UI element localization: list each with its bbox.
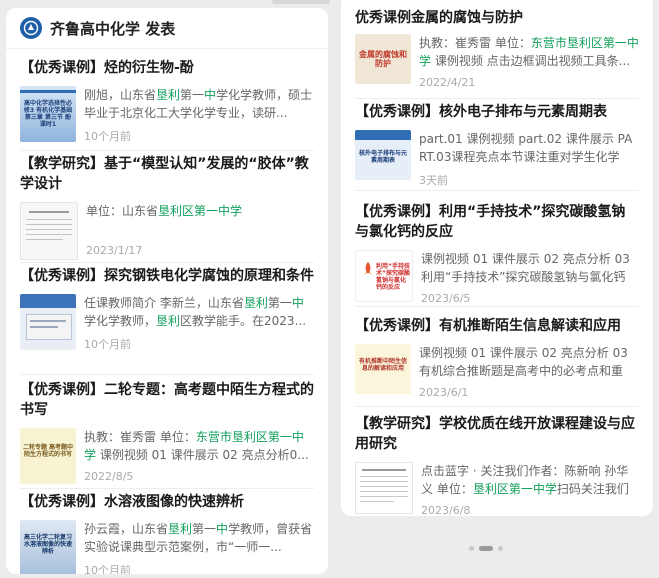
article-summary: 课例视频 01 课件展示 02 亮点分析 03 利用“手持技术”探究碳酸氢钠与氯… <box>421 250 639 286</box>
highlighted-keyword: 中 <box>216 522 229 536</box>
article-card[interactable]: 【优秀课例】利用“手持技术”探究碳酸氢钠与氯化钙的反应 利用“手持技术”探究碳酸… <box>355 202 639 307</box>
article-card[interactable]: 【优秀课例】核外电子排布与元素周期表 核外电子排布与元素周期表 part.01 … <box>355 102 639 191</box>
thumbnail-caption: 利用“手持技术”探究碳酸氢钠与氯化钙的反应 <box>376 263 410 291</box>
left-column: 齐鲁高中化学 发表 【优秀课例】烃的衍生物-酚 高中化学选择性必修3 有机化学基… <box>6 8 328 574</box>
article-card[interactable]: 【优秀课例】探究钢铁电化学腐蚀的原理和条件 任课教师简介 李新兰，山东省垦利第一… <box>20 266 314 375</box>
article-summary: 执教：崔秀雷 单位：东营市垦利区第一中学 课例视频 点击边框调出视频工具条... <box>419 34 639 70</box>
article-summary: 执教：崔秀雷 单位：东营市垦利区第一中学 课例视频 01 课件展示 02 亮点分… <box>84 428 314 464</box>
page-dot-active[interactable] <box>479 546 493 551</box>
article-title: 【优秀课例】水溶液图像的快速辨析 <box>20 494 244 510</box>
article-summary: 孙云霞，山东省垦利第一中学教师，曾获省实验说课典型示范案例，市“一师一... <box>84 520 314 556</box>
article-thumbnail: 核外电子排布与元素周期表 <box>355 130 411 180</box>
summary-text: 区教学能手。在2023... <box>180 314 307 328</box>
summary-text: 课例视频 01 课件展示 02 亮点分析0... <box>96 448 309 462</box>
article-time: 3天前 <box>419 174 448 187</box>
highlighted-keyword: 垦利 <box>156 88 181 102</box>
article-thumbnail <box>355 462 413 514</box>
thumbnail-caption: 高三化学二轮复习 水溶液图像的快速辨析 <box>23 534 72 555</box>
article-card[interactable]: 【教学研究】基于“模型认知”发展的“胶体”教学设计 单位：山东省垦利区第一中学 … <box>20 154 314 263</box>
thumbnail-caption: 金属的腐蚀和防护 <box>359 50 407 68</box>
article-time: 2023/6/8 <box>421 504 471 516</box>
article-summary: 任课教师简介 李新兰，山东省垦利第一中学化学教师，垦利区教学能手。在2023..… <box>84 294 314 330</box>
summary-text: 刚旭，山东省 <box>84 88 157 102</box>
account-header[interactable]: 齐鲁高中化学 发表 <box>6 8 328 49</box>
article-title: 【优秀课例】探究钢铁电化学腐蚀的原理和条件 <box>20 268 314 284</box>
article-thumbnail: 高中化学选择性必修3 有机化学基础 第三章 第三节 酚 课时1 <box>20 86 76 142</box>
highlighted-keyword: 垦利 <box>156 314 181 328</box>
article-thumbnail: 利用“手持技术”探究碳酸氢钠与氯化钙的反应 <box>355 250 413 302</box>
highlighted-keyword: 垦利区第一中学 <box>472 482 557 496</box>
thumbnail-caption: 二轮专题 高考题中陌生方程式的书写 <box>22 444 74 458</box>
article-time: 2023/6/5 <box>421 292 471 305</box>
article-summary: 课例视频 01 课件展示 02 亮点分析 03 有机综合推断题是高考中的必考点和… <box>419 344 639 380</box>
article-time: 2023/6/1 <box>419 386 469 399</box>
summary-text: 孙云霞，山东省 <box>84 522 169 536</box>
article-thumbnail: 有机推断中陌生信息的解读和应用 <box>355 344 411 394</box>
article-time: 10个月前 <box>84 130 131 143</box>
feed-page: 齐鲁高中化学 发表 【优秀课例】烃的衍生物-酚 高中化学选择性必修3 有机化学基… <box>0 0 659 578</box>
summary-text: part.01 课例视频 part.02 课件展示 PART.03课程亮点本节课… <box>419 132 633 164</box>
article-title: 【优秀课例】二轮专题：高考题中陌生方程式的书写 <box>20 382 314 418</box>
article-time: 2023/1/17 <box>86 244 143 257</box>
right-column: 优秀课例金属的腐蚀与防护 金属的腐蚀和防护 执教：崔秀雷 单位：东营市垦利区第一… <box>341 0 653 516</box>
article-title: 【优秀课例】烃的衍生物-酚 <box>20 60 194 76</box>
article-title: 【优秀课例】有机推断陌生信息解读和应用 <box>355 318 621 334</box>
article-title: 【优秀课例】利用“手持技术”探究碳酸氢钠与氯化钙的反应 <box>355 204 626 240</box>
article-thumbnail <box>20 202 78 260</box>
article-thumbnail: 金属的腐蚀和防护 <box>355 34 411 84</box>
summary-text: 学化学教师， <box>84 314 157 328</box>
summary-text: 第一 <box>192 522 217 536</box>
article-summary: 刚旭，山东省垦利第一中学化学教师，硕士毕业于北京化工大学化学专业，读研... <box>84 86 314 122</box>
article-time: 2022/8/5 <box>84 470 134 483</box>
highlighted-keyword: 垦利区第一中学 <box>158 204 243 218</box>
scroll-handle[interactable] <box>272 0 330 4</box>
article-summary: part.01 课例视频 part.02 课件展示 PART.03课程亮点本节课… <box>419 130 639 166</box>
account-logo-icon <box>20 17 42 39</box>
highlighted-keyword: 中 <box>291 296 304 310</box>
article-time: 2022/4/21 <box>419 76 476 89</box>
article-card[interactable]: 【优秀课例】烃的衍生物-酚 高中化学选择性必修3 有机化学基础 第三章 第三节 … <box>20 58 314 151</box>
article-card[interactable]: 【优秀课例】水溶液图像的快速辨析 高三化学二轮复习 水溶液图像的快速辨析 孙云霞… <box>20 492 314 574</box>
thumbnail-caption: 核外电子排布与元素周期表 <box>358 150 407 164</box>
article-card[interactable]: 优秀课例金属的腐蚀与防护 金属的腐蚀和防护 执教：崔秀雷 单位：东营市垦利区第一… <box>355 8 639 99</box>
article-title: 【优秀课例】核外电子排布与元素周期表 <box>355 104 607 120</box>
summary-text: 单位：山东省 <box>86 204 159 218</box>
thumbnail-caption: 高中化学选择性必修3 有机化学基础 第三章 第三节 酚 课时1 <box>23 100 73 128</box>
summary-text: 课例视频 01 课件展示 02 亮点分析 03 利用“手持技术”探究碳酸氢钠与氯… <box>421 252 630 284</box>
summary-text: 课例视频 点击边框调出视频工具条... <box>431 54 631 68</box>
article-title: 【教学研究】学校优质在线开放课程建设与应用研究 <box>355 416 635 452</box>
article-thumbnail: 二轮专题 高考题中陌生方程式的书写 <box>20 428 76 484</box>
highlighted-keyword: 中 <box>204 88 217 102</box>
page-dot[interactable] <box>498 546 503 551</box>
article-thumbnail <box>20 294 76 350</box>
summary-text: 课例视频 01 课件展示 02 亮点分析 03 有机综合推断题是高考中的必考点和… <box>419 346 628 378</box>
summary-text: 执教：崔秀雷 单位： <box>419 36 531 50</box>
account-title: 齐鲁高中化学 发表 <box>50 19 176 38</box>
article-summary: 单位：山东省垦利区第一中学 <box>86 202 314 238</box>
article-card[interactable]: 【教学研究】学校优质在线开放课程建设与应用研究 点击蓝字 · 关注我们作者：陈新… <box>355 414 639 516</box>
article-time: 10个月前 <box>84 338 131 351</box>
summary-text: 第一 <box>180 88 205 102</box>
thumbnail-caption: 有机推断中陌生信息的解读和应用 <box>358 358 407 372</box>
article-title: 优秀课例金属的腐蚀与防护 <box>355 10 523 26</box>
rocket-icon <box>364 262 372 275</box>
summary-text: 任课教师简介 李新兰，山东省 <box>84 296 244 310</box>
article-summary: 点击蓝字 · 关注我们作者：陈新响 孙华义 单位：垦利区第一中学扫码关注我们收.… <box>421 462 639 498</box>
highlighted-keyword: 垦利 <box>168 522 193 536</box>
summary-text: 执教：崔秀雷 单位： <box>84 430 196 444</box>
article-card[interactable]: 【优秀课例】有机推断陌生信息解读和应用 有机推断中陌生信息的解读和应用 课例视频… <box>355 316 639 407</box>
article-card[interactable]: 【优秀课例】二轮专题：高考题中陌生方程式的书写 二轮专题 高考题中陌生方程式的书… <box>20 380 314 489</box>
article-time: 10个月前 <box>84 564 131 574</box>
page-dot[interactable] <box>469 546 474 551</box>
summary-text: 第一 <box>267 296 292 310</box>
highlighted-keyword: 垦利 <box>243 296 268 310</box>
article-thumbnail: 高三化学二轮复习 水溶液图像的快速辨析 <box>20 520 76 574</box>
page-indicator[interactable] <box>469 546 503 551</box>
article-title: 【教学研究】基于“模型认知”发展的“胶体”教学设计 <box>20 156 309 192</box>
